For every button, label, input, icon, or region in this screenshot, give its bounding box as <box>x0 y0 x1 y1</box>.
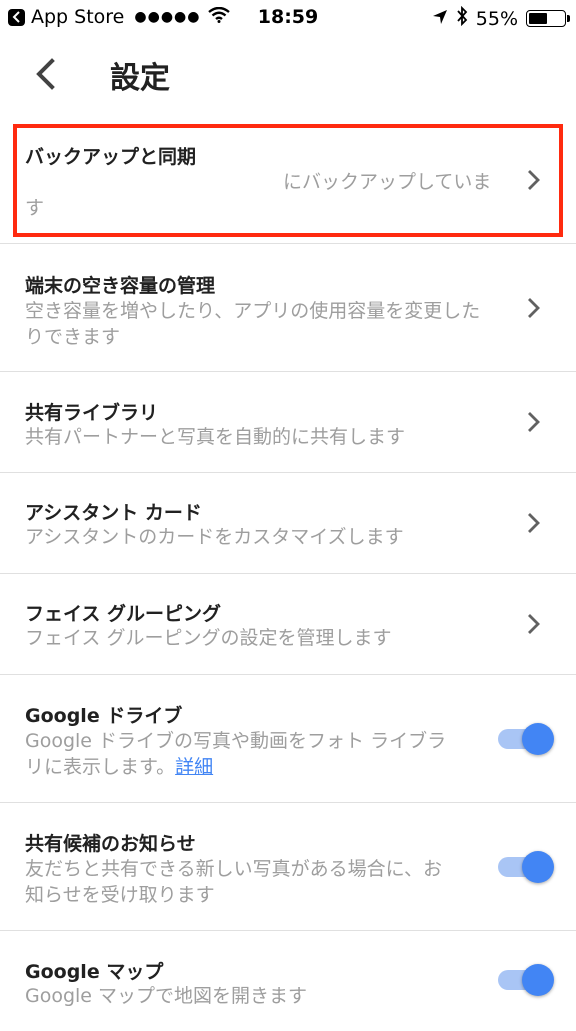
settings-item-subtitle: 共有パートナーと写真を自動的に共有します <box>25 426 406 448</box>
settings-item-subtitle: フェイス グルーピングの設定を管理します <box>25 627 392 649</box>
settings-item-title: Google ドライブ <box>25 705 183 727</box>
settings-item-google-maps: Google マップ Google マップで地図を開きます <box>0 931 576 1031</box>
status-bar: App Store ●●●●● 18:59 55% <box>0 0 576 36</box>
settings-list: バックアップと同期 にバックアップしていま す 端末の空き容量の管理 空き容量を… <box>0 114 576 1031</box>
back-button[interactable] <box>28 52 62 96</box>
settings-item-google-drive: Google ドライブ Google ドライブの写真や動画をフォト ライブラ リ… <box>0 675 576 803</box>
google-drive-toggle[interactable] <box>498 721 554 757</box>
chevron-right-icon <box>528 614 540 634</box>
toggle-thumb <box>522 723 554 755</box>
toggle-thumb <box>522 964 554 996</box>
page-title: 設定 <box>110 61 170 96</box>
chevron-left-icon <box>36 58 55 90</box>
highlight-box <box>13 124 563 237</box>
bluetooth-icon <box>456 5 468 31</box>
settings-item-subtitle: 友だちと共有できる新しい写真がある場合に、お <box>25 858 443 880</box>
settings-item-sharing-suggestions: 共有候補のお知らせ 友だちと共有できる新しい写真がある場合に、お 知らせを受け取… <box>0 803 576 931</box>
settings-item-subtitle-2: りできます <box>25 326 121 348</box>
sharing-suggestions-toggle[interactable] <box>498 849 554 885</box>
settings-item-subtitle: アシスタントのカードをカスタマイズします <box>25 526 404 548</box>
chevron-right-icon <box>528 412 540 432</box>
google-maps-toggle[interactable] <box>498 962 554 998</box>
settings-item-subtitle: 空き容量を増やしたり、アプリの使用容量を変更した <box>25 300 481 322</box>
settings-item-title: Google マップ <box>25 961 164 983</box>
toggle-thumb <box>522 851 554 883</box>
battery-percent: 55% <box>475 7 518 30</box>
settings-item-title: 端末の空き容量の管理 <box>25 275 216 297</box>
settings-item-subtitle: Google マップで地図を開きます <box>25 985 308 1007</box>
settings-item-subtitle: Google ドライブの写真や動画をフォト ライブラ <box>25 730 447 752</box>
app-header: 設定 <box>0 36 576 114</box>
back-to-app-label[interactable]: App Store <box>31 6 124 28</box>
settings-item-shared-library[interactable]: 共有ライブラリ 共有パートナーと写真を自動的に共有します <box>0 372 576 473</box>
battery-icon <box>526 10 570 27</box>
settings-item-storage[interactable]: 端末の空き容量の管理 空き容量を増やしたり、アプリの使用容量を変更した りできま… <box>0 244 576 372</box>
subtitle-text: リに表示します。 <box>25 756 176 778</box>
status-bar-right: 55% <box>424 5 570 31</box>
settings-item-backup-sync[interactable]: バックアップと同期 にバックアップしていま す <box>0 114 576 244</box>
status-bar-left: App Store ●●●●● <box>8 6 231 28</box>
chevron-right-icon <box>528 513 540 533</box>
location-arrow-icon <box>432 8 448 30</box>
settings-item-subtitle-2: リに表示します。詳細 <box>25 753 213 781</box>
signal-icon: ●●●●● <box>134 9 201 25</box>
settings-item-subtitle-2: 知らせを受け取ります <box>25 884 215 906</box>
details-link[interactable]: 詳細 <box>175 756 213 778</box>
settings-item-title: アシスタント カード <box>25 502 202 524</box>
back-to-app-icon[interactable] <box>8 8 25 26</box>
wifi-icon <box>208 6 231 28</box>
settings-item-title: 共有ライブラリ <box>25 402 159 424</box>
battery-fill <box>529 13 547 24</box>
settings-item-title: 共有候補のお知らせ <box>25 833 196 855</box>
settings-item-face-grouping[interactable]: フェイス グルーピング フェイス グルーピングの設定を管理します <box>0 574 576 675</box>
settings-item-title: フェイス グルーピング <box>25 603 222 625</box>
settings-item-assistant-cards[interactable]: アシスタント カード アシスタントのカードをカスタマイズします <box>0 473 576 574</box>
chevron-right-icon <box>528 298 540 318</box>
